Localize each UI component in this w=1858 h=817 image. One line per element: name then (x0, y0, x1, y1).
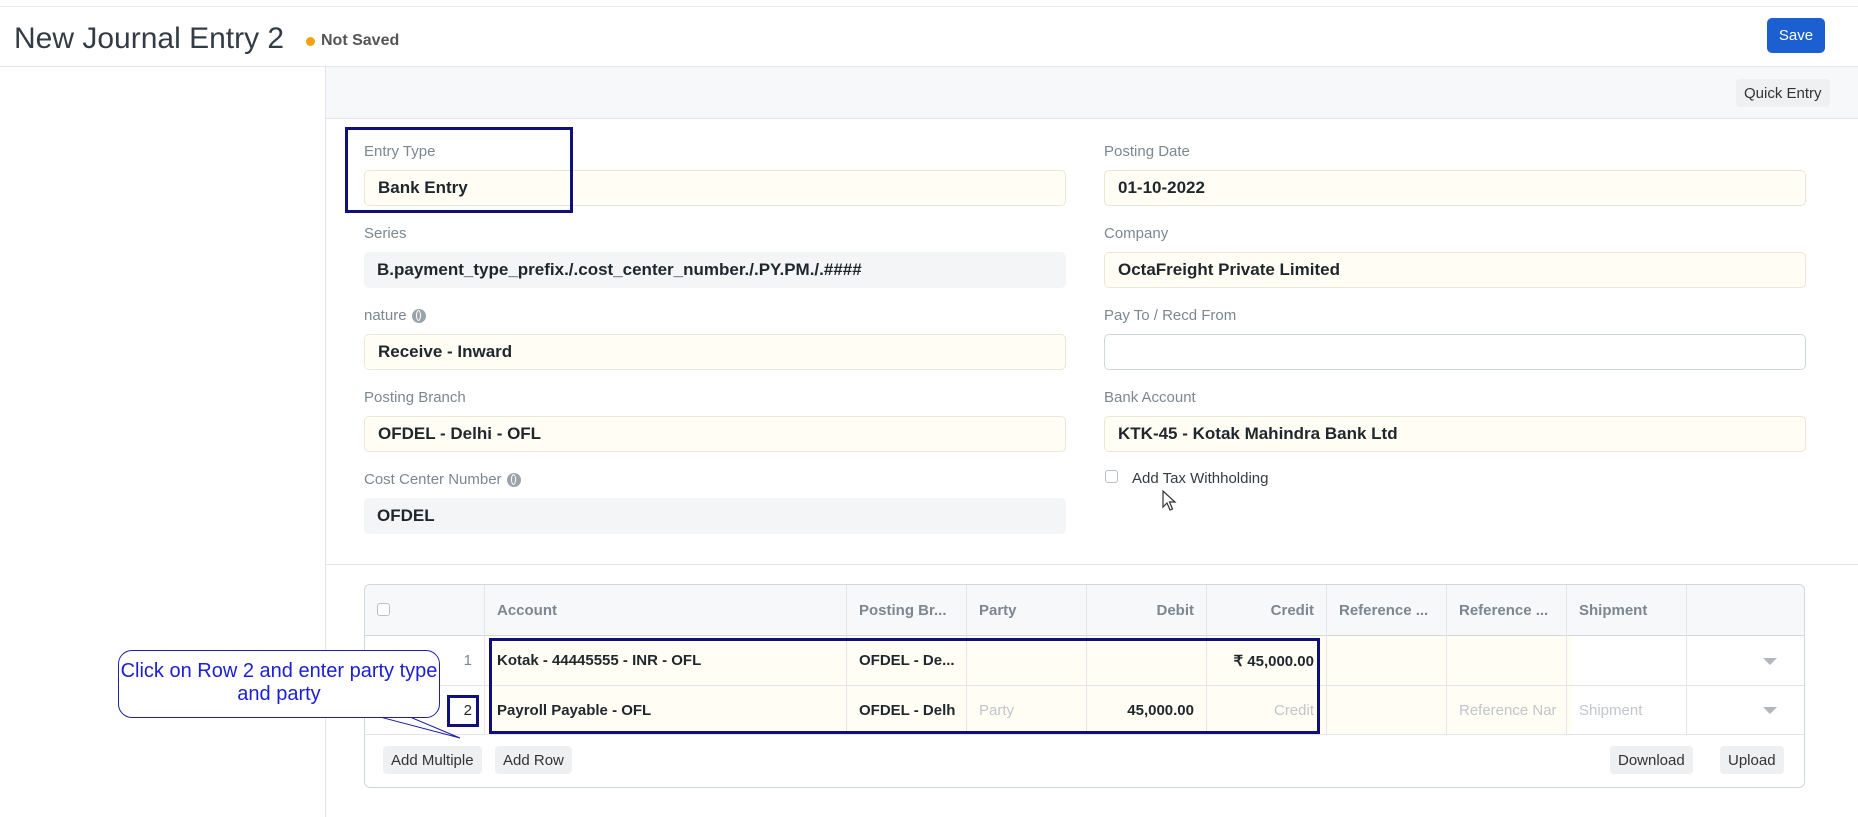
instruction-callout: Click on Row 2 and enter party type and … (118, 650, 440, 718)
mouse-cursor-icon (1162, 490, 1177, 511)
